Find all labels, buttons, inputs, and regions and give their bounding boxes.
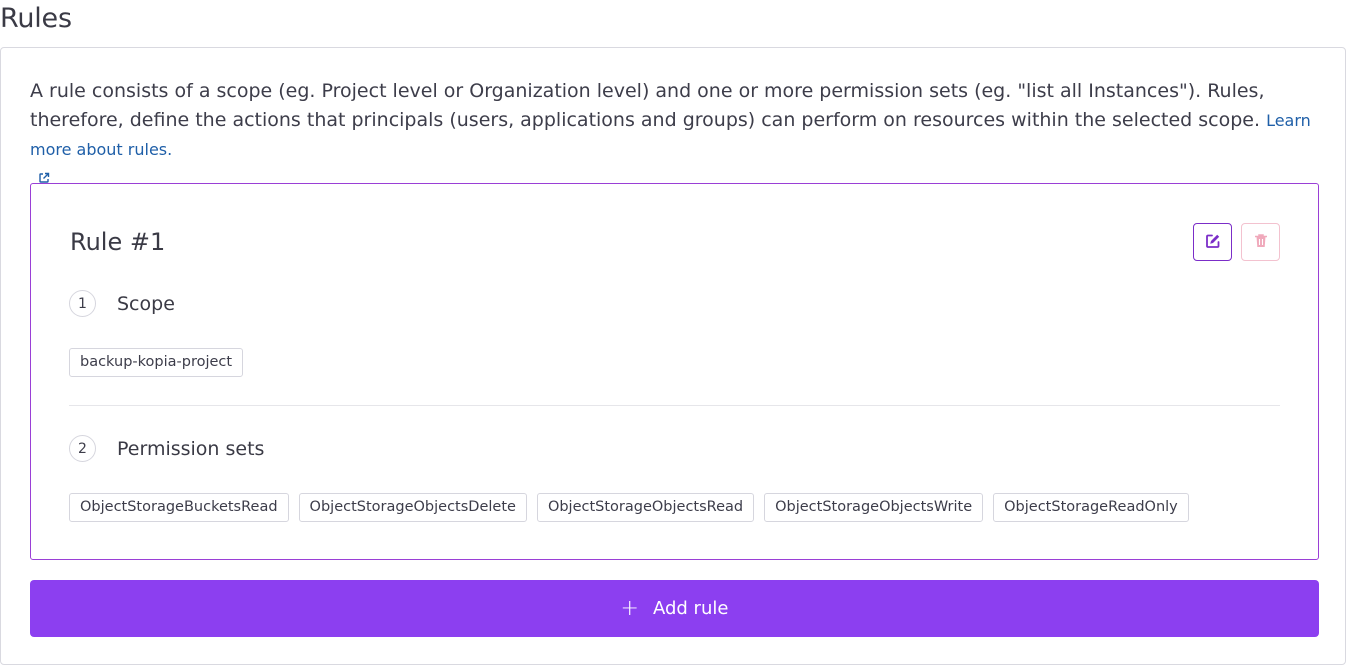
add-rule-button[interactable]: + Add rule [30, 580, 1319, 637]
permission-set-tag: ObjectStorageObjectsDelete [298, 493, 527, 522]
permission-set-tag: ObjectStorageReadOnly [993, 493, 1189, 522]
page-title: Rules [0, 3, 72, 34]
permission-sets-step-number: 2 [69, 435, 96, 462]
edit-icon [1205, 233, 1221, 252]
permission-set-tags: ObjectStorageBucketsRead ObjectStorageOb… [69, 493, 1189, 522]
scope-heading: Scope [117, 292, 175, 315]
permission-sets-step: 2 Permission sets [69, 435, 264, 462]
trash-icon [1254, 233, 1268, 252]
rule-title: Rule #1 [70, 228, 166, 256]
edit-rule-button[interactable] [1193, 223, 1232, 261]
rules-description: A rule consists of a scope (eg. Project … [30, 77, 1318, 193]
permission-set-tag: ObjectStorageObjectsWrite [764, 493, 984, 522]
add-rule-label: Add rule [652, 598, 729, 619]
scope-step-number: 1 [69, 290, 96, 317]
permission-sets-heading: Permission sets [117, 437, 265, 460]
permission-set-tag: ObjectStorageBucketsRead [69, 493, 289, 522]
scope-tags: backup-kopia-project [69, 348, 244, 377]
plus-icon: + [620, 595, 639, 621]
scope-tag: backup-kopia-project [69, 348, 244, 377]
delete-rule-button[interactable] [1241, 223, 1280, 261]
permission-set-tag: ObjectStorageObjectsRead [536, 493, 755, 522]
description-text: A rule consists of a scope (eg. Project … [30, 80, 1267, 131]
section-divider [69, 405, 1280, 406]
scope-step: 1 Scope [69, 290, 175, 317]
rule-card: Rule #1 1 Scope backup-kopia-project 2 P… [30, 183, 1319, 560]
